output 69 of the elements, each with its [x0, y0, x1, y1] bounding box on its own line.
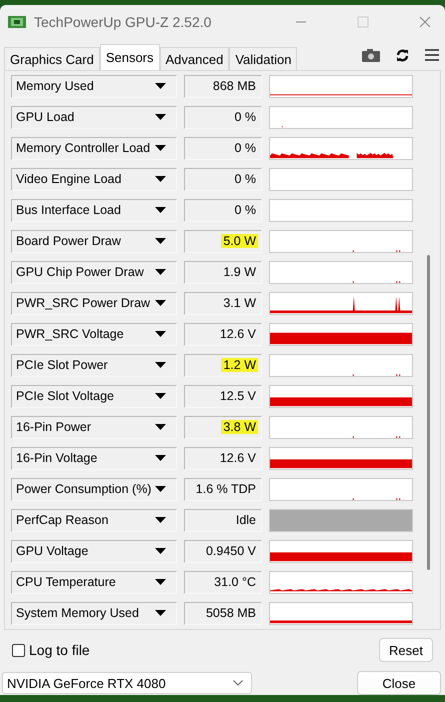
tab[interactable]: Validation	[229, 46, 298, 70]
sensor-name[interactable]: PWR_SRC Voltage	[11, 322, 177, 346]
sensor-name[interactable]: PerfCap Reason	[11, 508, 177, 532]
tab[interactable]: Advanced	[160, 46, 230, 70]
menu-icon[interactable]	[425, 49, 439, 62]
tab[interactable]: Graphics Card	[4, 46, 100, 70]
dropdown-arrow-icon[interactable]	[155, 579, 166, 586]
sensor-value: 1.2 W	[184, 354, 262, 377]
sensor-name[interactable]: 16-Pin Voltage	[11, 446, 177, 470]
sensor-value: 5.0 W	[184, 230, 262, 253]
sensor-value: Idle	[184, 508, 262, 532]
sensor-name[interactable]: Power Consumption (%)	[11, 478, 177, 501]
chevron-down-icon[interactable]	[233, 680, 243, 686]
sensor-value: 0.9450 V	[184, 540, 262, 563]
sensor-value: 0 %	[184, 198, 262, 222]
sensor-name[interactable]: Video Engine Load	[11, 168, 177, 191]
dropdown-arrow-icon[interactable]	[155, 610, 166, 616]
reset-button[interactable]: Reset	[379, 638, 433, 662]
sensor-name[interactable]: System Memory Used	[11, 602, 177, 625]
sensor-value: 0 %	[184, 136, 262, 160]
refresh-icon[interactable]	[396, 48, 409, 62]
close-icon[interactable]	[419, 16, 431, 28]
dropdown-arrow-icon[interactable]	[155, 238, 166, 244]
sensor-name[interactable]: Board Power Draw	[11, 230, 177, 253]
sensor-value: 868 MB	[184, 74, 262, 98]
sensor-value: 0 %	[184, 106, 262, 129]
gpu-dropdown[interactable]: NVIDIA GeForce RTX 4080	[2, 672, 252, 694]
window-title: TechPowerUp GPU-Z 2.52.0	[34, 14, 212, 30]
sensor-name[interactable]: Memory Used	[11, 74, 177, 98]
dropdown-arrow-icon[interactable]	[155, 176, 166, 182]
dropdown-arrow-icon[interactable]	[155, 424, 166, 430]
sensor-name[interactable]: CPU Temperature	[11, 570, 177, 594]
dropdown-arrow-icon[interactable]	[155, 269, 166, 276]
sensor-name[interactable]: PCIe Slot Power	[11, 354, 177, 377]
sensor-value: 5058 MB	[184, 602, 262, 625]
tab[interactable]: Sensors	[100, 44, 160, 70]
dropdown-arrow-icon[interactable]	[155, 393, 166, 400]
dropdown-arrow-icon[interactable]	[155, 207, 166, 214]
dropdown-arrow-icon[interactable]	[155, 517, 166, 524]
sensor-name[interactable]: Bus Interface Load	[11, 198, 177, 222]
dropdown-arrow-icon[interactable]	[155, 145, 166, 152]
dropdown-arrow-icon[interactable]	[155, 83, 166, 90]
sensor-name[interactable]: 16-Pin Power	[11, 416, 177, 439]
sensor-value: 1.6 % TDP	[184, 478, 262, 501]
sensor-value: 12.5 V	[184, 384, 262, 408]
sensor-value: 12.6 V	[184, 446, 262, 470]
dropdown-arrow-icon[interactable]	[155, 114, 166, 120]
sensor-value: 1.9 W	[184, 260, 262, 284]
dropdown-arrow-icon[interactable]	[155, 300, 166, 306]
sensor-name[interactable]: PCIe Slot Voltage	[11, 384, 177, 408]
sensor-value: 3.8 W	[184, 416, 262, 439]
dropdown-arrow-icon[interactable]	[155, 362, 166, 368]
sensor-value: 0 %	[184, 168, 262, 191]
sensor-value: 12.6 V	[184, 322, 262, 346]
sensor-name[interactable]: PWR_SRC Power Draw	[11, 292, 177, 315]
sensor-name[interactable]: GPU Load	[11, 106, 177, 129]
app-icon	[8, 14, 26, 29]
sensor-name[interactable]: GPU Voltage	[11, 540, 177, 563]
log-to-file-checkbox[interactable]: Log to file	[12, 642, 90, 658]
sensor-name[interactable]: Memory Controller Load	[11, 136, 177, 160]
dropdown-arrow-icon[interactable]	[155, 455, 166, 462]
close-button[interactable]: Close	[357, 671, 441, 696]
camera-icon[interactable]	[362, 48, 380, 62]
sensor-value: 31.0 °C	[184, 570, 262, 594]
dropdown-arrow-icon[interactable]	[155, 548, 166, 554]
sensor-value: 3.1 W	[184, 292, 262, 315]
dropdown-arrow-icon[interactable]	[155, 331, 166, 338]
sensor-name[interactable]: GPU Chip Power Draw	[11, 260, 177, 284]
dropdown-arrow-icon[interactable]	[155, 486, 166, 492]
